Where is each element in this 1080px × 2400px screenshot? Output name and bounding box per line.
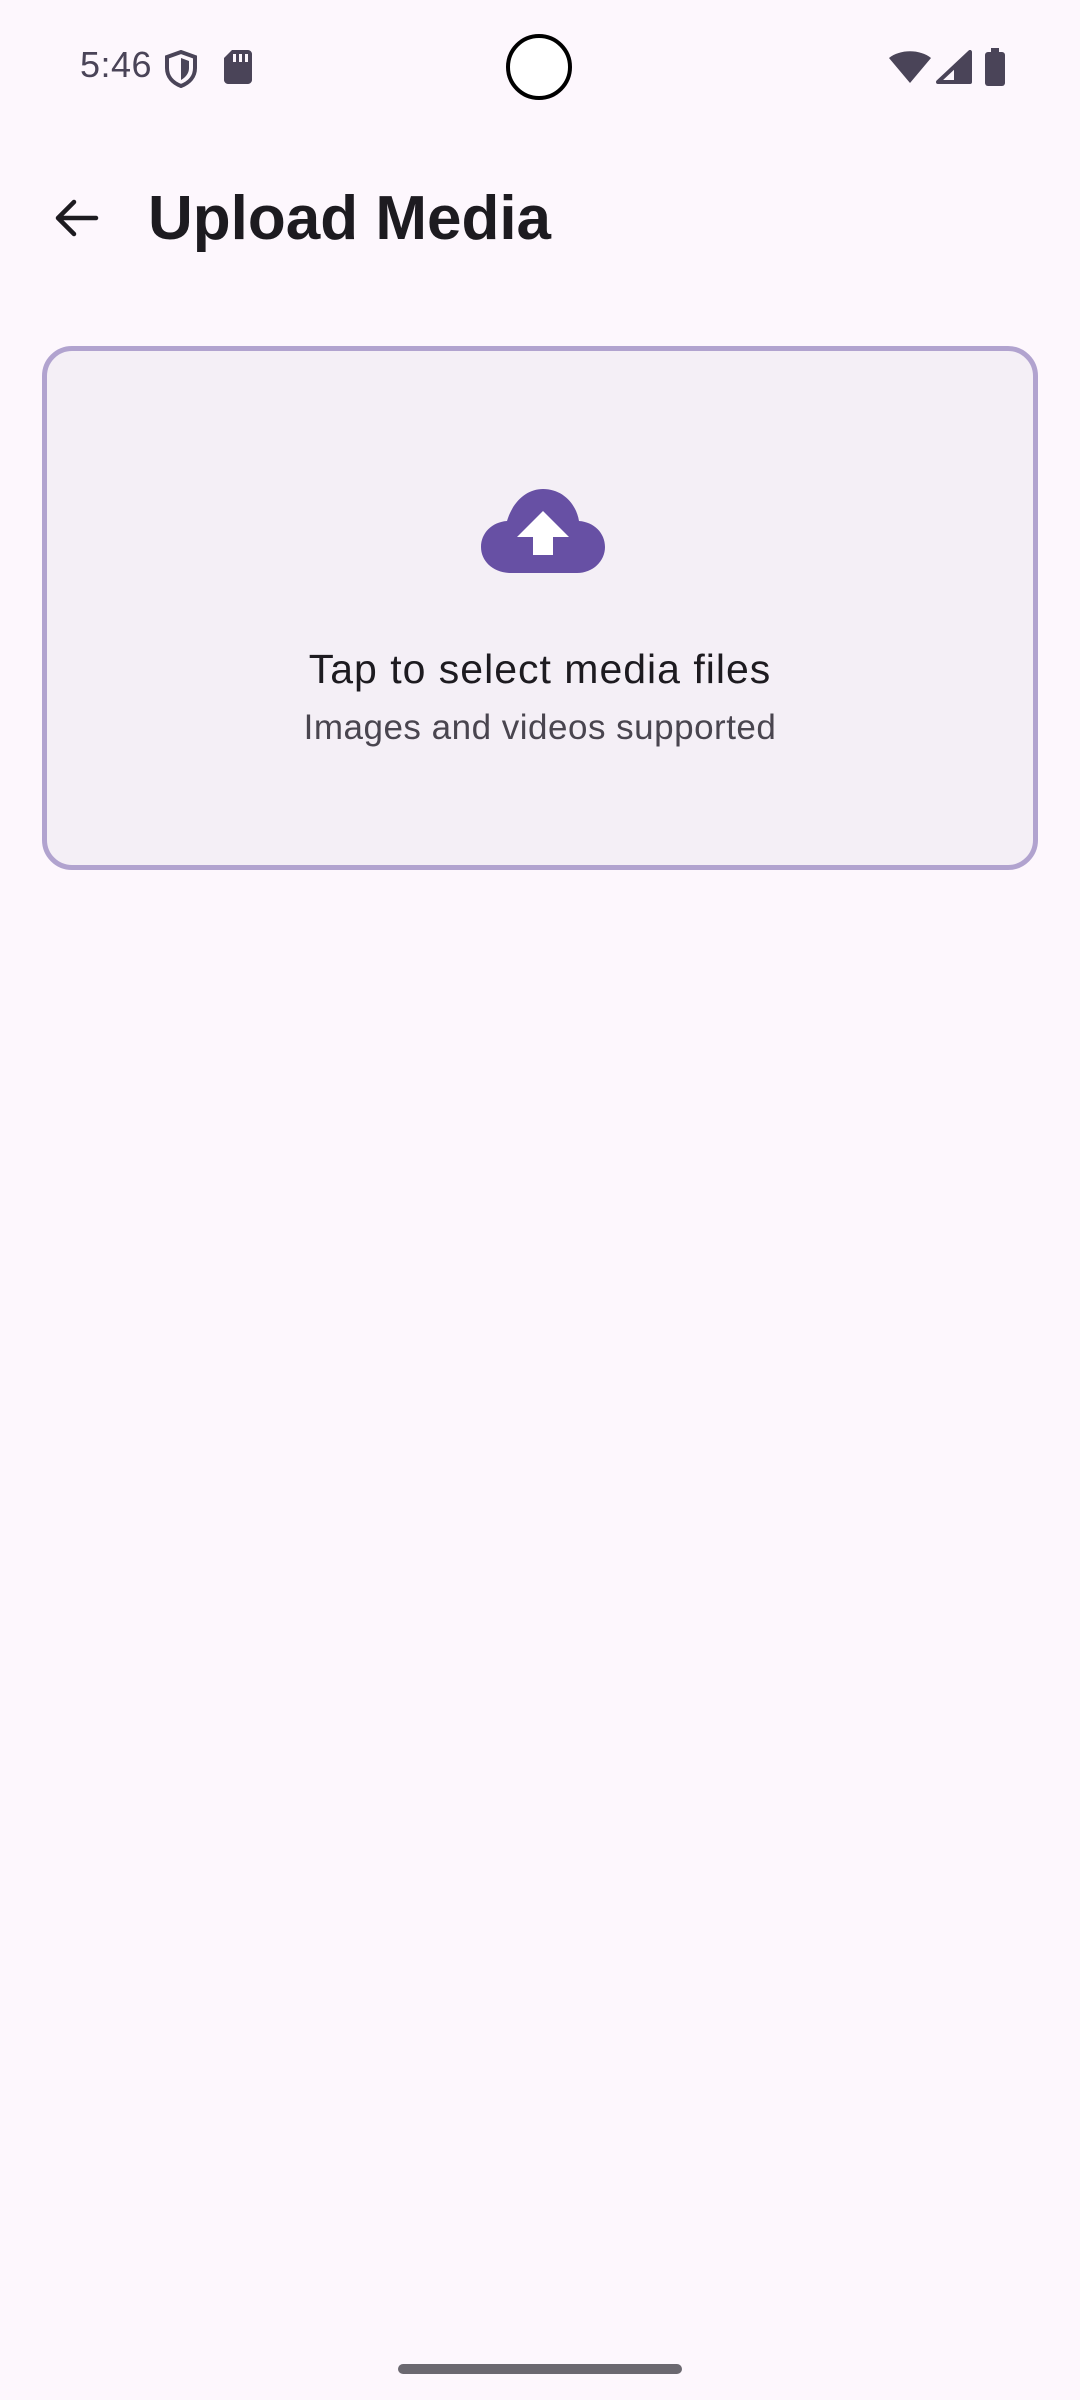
- status-bar: 5:46: [0, 0, 1080, 136]
- shield-icon: [164, 49, 198, 93]
- page-title: Upload Media: [148, 184, 552, 253]
- wifi-icon: [888, 50, 932, 89]
- cloud-upload-icon: [479, 487, 607, 577]
- upload-title: Tap to select media files: [308, 646, 772, 692]
- home-indicator[interactable]: [398, 2364, 682, 2374]
- top-app-bar: Upload Media: [0, 160, 1080, 280]
- camera-cutout: [506, 34, 572, 100]
- back-button[interactable]: [28, 172, 124, 268]
- arrow-back-icon: [52, 194, 100, 247]
- status-time: 5:46: [80, 44, 153, 85]
- sdcard-icon: [224, 50, 252, 89]
- signal-icon: [936, 50, 972, 89]
- upload-media-screen: 5:46 Upload Media Tap to select media fi…: [0, 0, 1080, 2400]
- media-picker-card[interactable]: Tap to select media files Images and vid…: [42, 346, 1038, 870]
- battery-icon: [984, 48, 1006, 91]
- upload-subtitle: Images and videos supported: [303, 708, 777, 747]
